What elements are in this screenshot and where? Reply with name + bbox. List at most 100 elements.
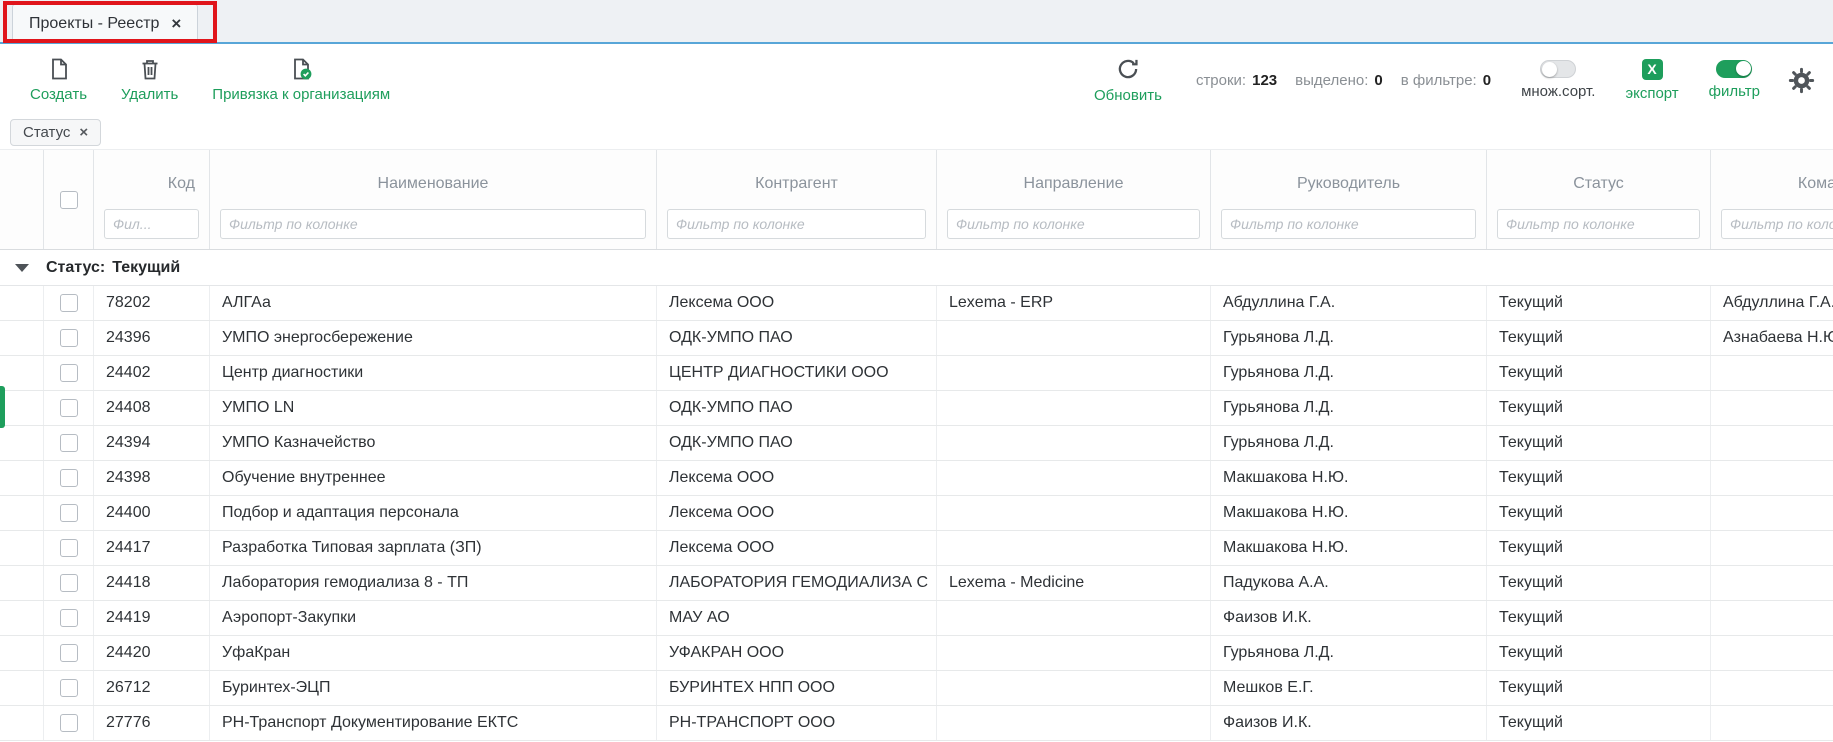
cell-counterparty: ОДК-УМПО ПАО — [657, 426, 937, 460]
column-label-direction[interactable]: Направление — [937, 175, 1210, 193]
filter-input-status[interactable] — [1497, 209, 1700, 239]
column-label-team[interactable]: Команда — [1711, 175, 1833, 193]
filter-input-code[interactable] — [104, 209, 199, 239]
cell-direction — [937, 496, 1211, 530]
group-label: Статус: — [46, 259, 105, 277]
multi-sort-button[interactable]: множ.сорт. — [1521, 60, 1595, 100]
settings-button[interactable] — [1788, 67, 1815, 94]
column-label-name[interactable]: Наименование — [210, 175, 656, 193]
table-row[interactable]: 78202АЛГАаЛексема ОООLexema - ERPАбдулли… — [0, 286, 1833, 321]
delete-button[interactable]: Удалить — [121, 57, 178, 103]
cell-status: Текущий — [1487, 531, 1711, 565]
toolbar-right: Обновить строки: 123 выделено: 0 в фильт… — [1094, 56, 1815, 104]
cell-name: АЛГАа — [210, 286, 657, 320]
column-header-counterparty: Контрагент — [657, 150, 937, 249]
group-value: Текущий — [112, 259, 180, 277]
cell-status: Текущий — [1487, 706, 1711, 740]
table-row[interactable]: 24394УМПО КазначействоОДК-УМПО ПАОГурьян… — [0, 426, 1833, 461]
cell-counterparty: УФАКРАН ООО — [657, 636, 937, 670]
row-checkbox[interactable] — [60, 609, 78, 627]
table-row[interactable]: 27776РН-Транспорт Документирование ЕКТСР… — [0, 706, 1833, 741]
grid-stats: строки: 123 выделено: 0 в фильтре: 0 — [1196, 72, 1491, 89]
cell-name: УМПО LN — [210, 391, 657, 425]
table-row[interactable]: 24419Аэропорт-ЗакупкиМАУ АОФаизов И.К.Те… — [0, 601, 1833, 636]
column-label-status[interactable]: Статус — [1487, 175, 1710, 193]
filter-toggle-button[interactable]: фильтр — [1709, 60, 1760, 100]
cell-name: Лаборатория гемодиализа 8 - ТП — [210, 566, 657, 600]
row-expander-cell — [0, 566, 44, 600]
tab-title: Проекты - Реестр — [29, 15, 159, 33]
multi-sort-toggle[interactable] — [1540, 60, 1576, 78]
create-button[interactable]: Создать — [30, 57, 87, 103]
row-checkbox[interactable] — [60, 644, 78, 662]
column-label-counterparty[interactable]: Контрагент — [657, 175, 936, 193]
row-checkbox[interactable] — [60, 504, 78, 522]
row-expander-cell — [0, 706, 44, 740]
column-label-manager[interactable]: Руководитель — [1211, 175, 1486, 193]
gear-icon — [1788, 67, 1815, 94]
delete-button-label: Удалить — [121, 86, 178, 103]
row-checkbox[interactable] — [60, 329, 78, 347]
row-checkbox[interactable] — [60, 434, 78, 452]
row-checkbox[interactable] — [60, 294, 78, 312]
table-row[interactable]: 24398Обучение внутреннееЛексема ОООМакша… — [0, 461, 1833, 496]
rows-count-value: 123 — [1252, 72, 1277, 89]
table-row[interactable]: 24417Разработка Типовая зарплата (ЗП)Лек… — [0, 531, 1833, 566]
row-checkbox[interactable] — [60, 539, 78, 557]
filter-button-label: фильтр — [1709, 83, 1760, 100]
row-checkbox[interactable] — [60, 574, 78, 592]
group-row-status-current[interactable]: Статус: Текущий — [0, 250, 1833, 286]
cell-name: Центр диагностики — [210, 356, 657, 390]
filter-input-counterparty[interactable] — [667, 209, 926, 239]
select-all-checkbox[interactable] — [60, 191, 78, 209]
tab-close-icon[interactable]: × — [171, 15, 181, 32]
cell-name: УфаКран — [210, 636, 657, 670]
row-checkbox[interactable] — [60, 399, 78, 417]
table-row[interactable]: 24418Лаборатория гемодиализа 8 - ТПЛАБОР… — [0, 566, 1833, 601]
column-label-code[interactable]: Код — [94, 175, 209, 193]
row-checkbox[interactable] — [60, 364, 78, 382]
filter-chip-status[interactable]: Статус × — [10, 119, 101, 146]
tab-projects-registry[interactable]: Проекты - Реестр × — [12, 4, 198, 42]
cell-name: Аэропорт-Закупки — [210, 601, 657, 635]
refresh-button[interactable]: Обновить — [1094, 56, 1162, 104]
side-panel-handle[interactable] — [0, 386, 5, 428]
cell-direction — [937, 636, 1211, 670]
chip-close-icon[interactable]: × — [79, 125, 88, 140]
group-collapse-toggle[interactable] — [0, 264, 44, 272]
filter-input-manager[interactable] — [1221, 209, 1476, 239]
export-button[interactable]: X экспорт — [1625, 59, 1678, 102]
toggle-knob — [1542, 62, 1557, 77]
filter-input-name[interactable] — [220, 209, 646, 239]
table-row[interactable]: 24402Центр диагностикиЦЕНТР ДИАГНОСТИКИ … — [0, 356, 1833, 391]
cell-manager: Макшакова Н.Ю. — [1211, 531, 1487, 565]
cell-manager: Фаизов И.К. — [1211, 601, 1487, 635]
row-expander-cell — [0, 496, 44, 530]
table-row[interactable]: 24396УМПО энергосбережениеОДК-УМПО ПАОГу… — [0, 321, 1833, 356]
row-checkbox[interactable] — [60, 469, 78, 487]
table-row[interactable]: 24400Подбор и адаптация персоналаЛексема… — [0, 496, 1833, 531]
cell-status: Текущий — [1487, 566, 1711, 600]
select-all-cell — [44, 150, 94, 249]
table-row[interactable]: 24420УфаКранУФАКРАН ОООГурьянова Л.Д.Тек… — [0, 636, 1833, 671]
link-organizations-button[interactable]: Привязка к организациям — [212, 57, 390, 103]
cell-manager: Гурьянова Л.Д. — [1211, 636, 1487, 670]
trash-icon — [138, 57, 162, 81]
link-organizations-label: Привязка к организациям — [212, 86, 390, 103]
table-row[interactable]: 24408УМПО LNОДК-УМПО ПАОГурьянова Л.Д.Те… — [0, 391, 1833, 426]
cell-team — [1711, 601, 1833, 635]
row-expander-cell — [0, 286, 44, 320]
column-header-team: Команда — [1711, 150, 1833, 249]
row-checkbox[interactable] — [60, 679, 78, 697]
cell-direction — [937, 671, 1211, 705]
table-row[interactable]: 26712Буринтех-ЭЦПБУРИНТЕХ НПП ОООМешков … — [0, 671, 1833, 706]
cell-direction — [937, 461, 1211, 495]
cell-code: 24419 — [94, 601, 210, 635]
row-checkbox[interactable] — [60, 714, 78, 732]
row-checkbox-cell — [44, 426, 94, 460]
filter-input-team[interactable] — [1721, 209, 1833, 239]
cell-direction — [937, 356, 1211, 390]
cell-counterparty: Лексема ООО — [657, 461, 937, 495]
filter-input-direction[interactable] — [947, 209, 1200, 239]
filter-toggle[interactable] — [1716, 60, 1752, 78]
